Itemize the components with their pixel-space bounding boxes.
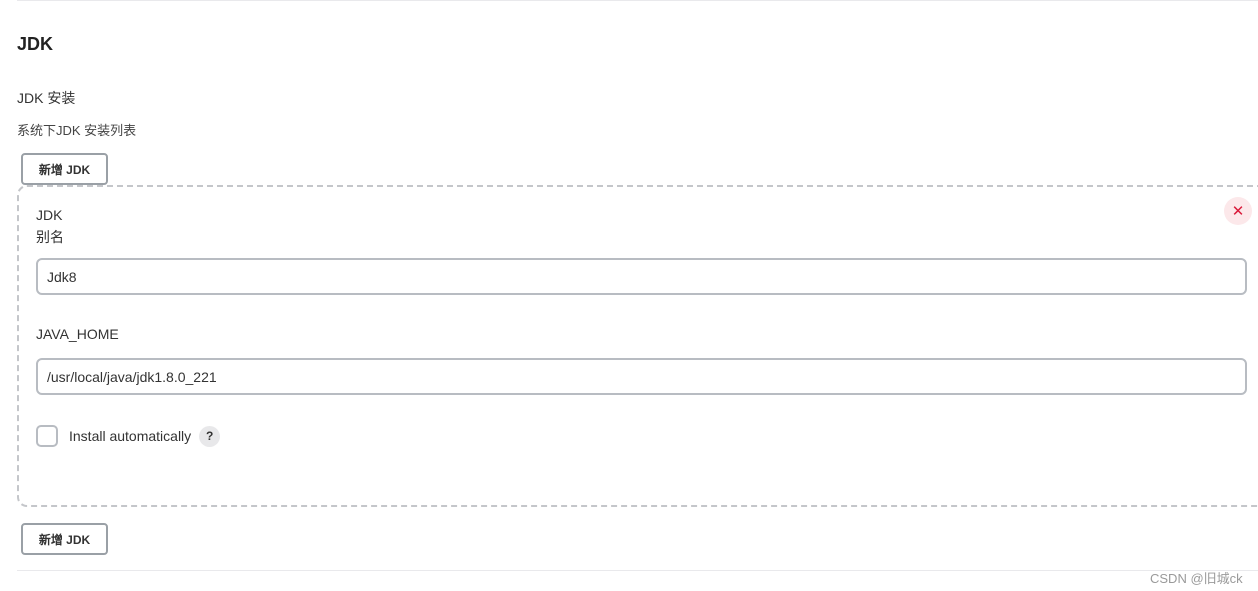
- delete-jdk-button[interactable]: ✕: [1224, 197, 1252, 225]
- jdk-installations-description: 系统下JDK 安装列表: [17, 123, 137, 138]
- alias-input[interactable]: Jdk8: [36, 258, 1247, 295]
- jdk-card-heading: JDK: [36, 207, 63, 223]
- install-automatically-row: Install automatically ?: [36, 425, 221, 447]
- add-jdk-button-top[interactable]: 新增 JDK: [21, 153, 108, 185]
- jdk-installations-label: JDK 安装: [17, 90, 76, 106]
- java-home-input[interactable]: /usr/local/java/jdk1.8.0_221: [36, 358, 1247, 395]
- java-home-label: JAVA_HOME: [36, 326, 119, 342]
- top-divider: [17, 0, 1258, 1]
- add-jdk-button-bottom[interactable]: 新增 JDK: [21, 523, 108, 555]
- section-title: JDK: [17, 34, 54, 54]
- install-automatically-label[interactable]: Install automatically: [69, 428, 191, 444]
- alias-input-value: Jdk8: [47, 268, 77, 285]
- watermark: CSDN @旧城ck: [1150, 571, 1243, 586]
- java-home-input-value: /usr/local/java/jdk1.8.0_221: [47, 368, 217, 385]
- install-automatically-checkbox[interactable]: [36, 425, 58, 447]
- help-icon[interactable]: ?: [199, 425, 221, 447]
- close-icon: ✕: [1231, 203, 1245, 220]
- jdk-installation-card: JDK 别名 ✕ Jdk8 JAVA_HOME /usr/local/java/…: [17, 185, 1258, 507]
- bottom-divider: [17, 570, 1258, 571]
- alias-label: 别名: [36, 229, 64, 245]
